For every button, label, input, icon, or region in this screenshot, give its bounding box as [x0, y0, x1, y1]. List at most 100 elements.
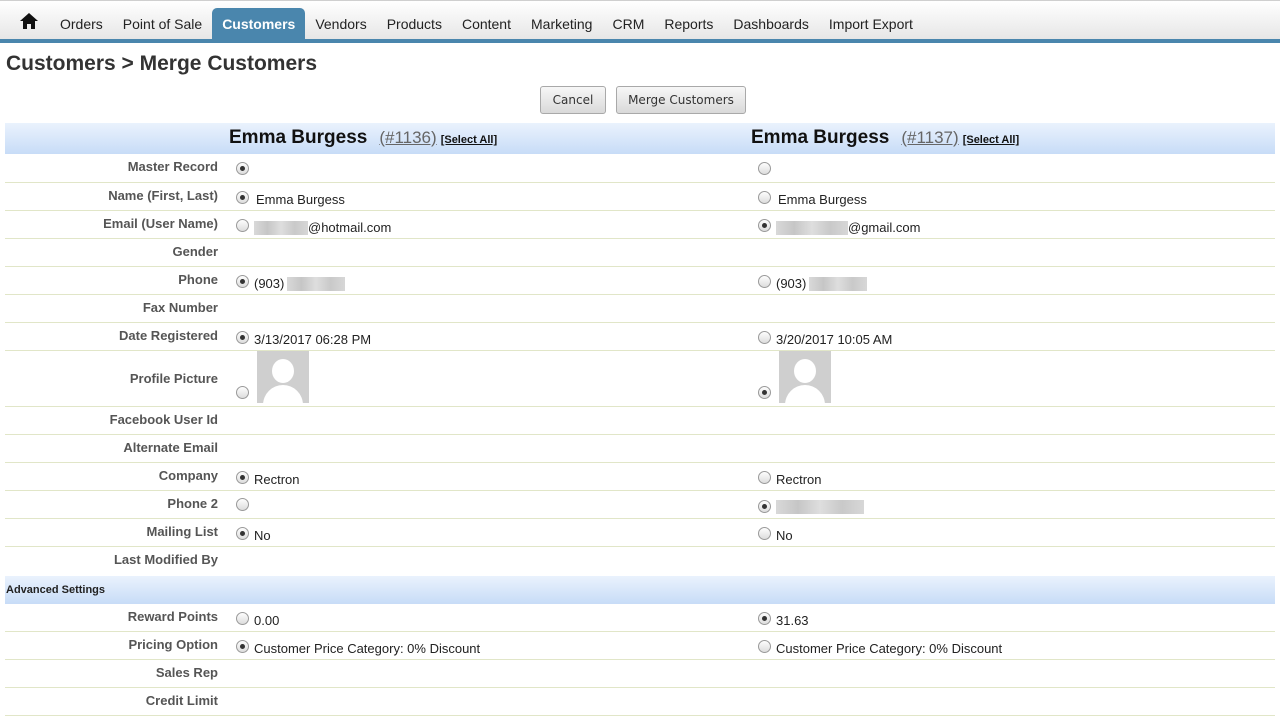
radio-date-registered-left[interactable] [236, 331, 249, 344]
row-pricing-option: Pricing Option Customer Price Category: … [5, 632, 1275, 660]
row-fax-number: Fax Number [5, 295, 1275, 323]
field-label: Company [158, 468, 218, 483]
radio-phone-2-left[interactable] [236, 498, 249, 511]
row-last-modified-by: Last Modified By [5, 547, 1275, 576]
redacted-text [809, 276, 868, 291]
cell-left: 0.00 [236, 609, 279, 628]
value-date-registered-right: 3/20/2017 10:05 AM [776, 332, 893, 347]
redacted-text [287, 276, 346, 291]
tab-crm[interactable]: CRM [602, 8, 654, 39]
cell-left: 3/13/2017 06:28 PM [236, 328, 371, 347]
row-phone-2: Phone 2 [5, 491, 1275, 519]
avatar-head [794, 359, 816, 383]
cell-right: @gmail.com [758, 216, 920, 235]
customer-header-right: Emma Burgess (#1137) [Select All] [751, 127, 1019, 149]
radio-profile-picture-left[interactable] [236, 386, 249, 399]
radio-name-right[interactable] [758, 191, 771, 204]
radio-email-right[interactable] [758, 219, 771, 232]
customer-header-left: Emma Burgess (#1136) [Select All] [229, 127, 497, 149]
radio-master-record-right[interactable] [758, 162, 771, 175]
row-email: Email (User Name) @hotmail.com @gmail.co… [5, 211, 1275, 239]
customer-id-link-left[interactable]: (#1136) [379, 128, 436, 148]
value-reward-points-left: 0.00 [254, 613, 280, 628]
row-reward-points: Reward Points 0.00 31.63 [5, 604, 1275, 632]
radio-date-registered-right[interactable] [758, 331, 771, 344]
value-name-left: Emma Burgess [256, 192, 345, 207]
field-label: Profile Picture [129, 371, 218, 386]
row-master-record: Master Record [5, 154, 1275, 183]
radio-phone-left[interactable] [236, 275, 249, 288]
value-email-left: @hotmail.com [308, 220, 392, 235]
cell-right [758, 498, 864, 514]
field-label: Fax Number [142, 300, 218, 315]
cell-right [758, 162, 776, 175]
customer-name-left: Emma Burgess [229, 127, 368, 148]
radio-phone-right[interactable] [758, 275, 771, 288]
value-email-right: @gmail.com [848, 220, 921, 235]
field-label: Email (User Name) [103, 216, 218, 231]
tab-marketing[interactable]: Marketing [521, 8, 602, 39]
home-icon [20, 13, 38, 29]
cell-left [236, 162, 254, 175]
cell-right: 31.63 [758, 609, 809, 628]
select-all-link-left[interactable]: [Select All] [441, 134, 497, 146]
field-label: Reward Points [127, 609, 218, 624]
value-date-registered-left: 3/13/2017 06:28 PM [254, 332, 372, 347]
cell-left: No [236, 524, 271, 543]
cell-left: @hotmail.com [236, 216, 391, 235]
tab-content[interactable]: Content [452, 8, 521, 39]
radio-pricing-option-right[interactable] [758, 640, 771, 653]
radio-reward-points-right[interactable] [758, 612, 771, 625]
value-phone-left: (903) [254, 276, 285, 291]
row-facebook-user-id: Facebook User Id [5, 407, 1275, 435]
tab-reports[interactable]: Reports [654, 8, 723, 39]
value-company-left: Rectron [254, 472, 300, 487]
home-button[interactable] [8, 5, 50, 37]
tab-customers[interactable]: Customers [212, 8, 306, 39]
radio-profile-picture-right[interactable] [758, 386, 771, 399]
cell-left: Customer Price Category: 0% Discount [236, 637, 480, 656]
cell-right: 3/20/2017 10:05 AM [758, 328, 892, 347]
row-sales-rep: Sales Rep [5, 660, 1275, 688]
field-label: Phone 2 [167, 496, 218, 511]
redacted-text [254, 220, 308, 235]
radio-company-left[interactable] [236, 471, 249, 484]
tab-orders[interactable]: Orders [50, 8, 113, 39]
radio-email-left[interactable] [236, 219, 249, 232]
avatar-body [263, 385, 303, 403]
tab-dashboards[interactable]: Dashboards [723, 8, 819, 39]
radio-mailing-list-left[interactable] [236, 527, 249, 540]
customer-header-band: Emma Burgess (#1136) [Select All] Emma B… [5, 123, 1275, 154]
value-pricing-option-left: Customer Price Category: 0% Discount [254, 641, 481, 656]
cell-right: Emma Burgess [758, 188, 867, 207]
field-label: Facebook User Id [109, 412, 218, 427]
select-all-link-right[interactable]: [Select All] [963, 134, 1019, 146]
customer-id-link-right[interactable]: (#1137) [901, 128, 958, 148]
value-mailing-list-left: No [254, 528, 271, 543]
radio-reward-points-left[interactable] [236, 612, 249, 625]
row-credit-limit: Credit Limit [5, 688, 1275, 716]
cell-left: (903) [236, 272, 346, 291]
radio-phone-2-right[interactable] [758, 499, 771, 513]
radio-mailing-list-right[interactable] [758, 527, 771, 540]
cell-right: (903) [758, 272, 868, 291]
radio-company-right[interactable] [758, 471, 771, 484]
tab-import-export[interactable]: Import Export [819, 8, 923, 39]
value-reward-points-right: 31.63 [776, 613, 809, 628]
tab-point-of-sale[interactable]: Point of Sale [113, 8, 212, 39]
page-title: Customers > Merge Customers [6, 52, 318, 75]
field-label: Name (First, Last) [108, 188, 218, 203]
radio-master-record-left[interactable] [236, 162, 249, 175]
value-name-right: Emma Burgess [778, 192, 867, 207]
cell-right: Rectron [758, 468, 822, 487]
radio-pricing-option-left[interactable] [236, 640, 249, 653]
tab-vendors[interactable]: Vendors [305, 8, 376, 39]
row-date-registered: Date Registered 3/13/2017 06:28 PM 3/20/… [5, 323, 1275, 351]
cancel-button[interactable]: Cancel [540, 86, 606, 114]
field-label: Pricing Option [128, 637, 218, 652]
tab-products[interactable]: Products [377, 8, 452, 39]
field-label: Credit Limit [145, 693, 218, 708]
radio-name-left[interactable] [236, 191, 249, 204]
merge-customers-button[interactable]: Merge Customers [616, 86, 746, 114]
cell-left [236, 351, 309, 403]
